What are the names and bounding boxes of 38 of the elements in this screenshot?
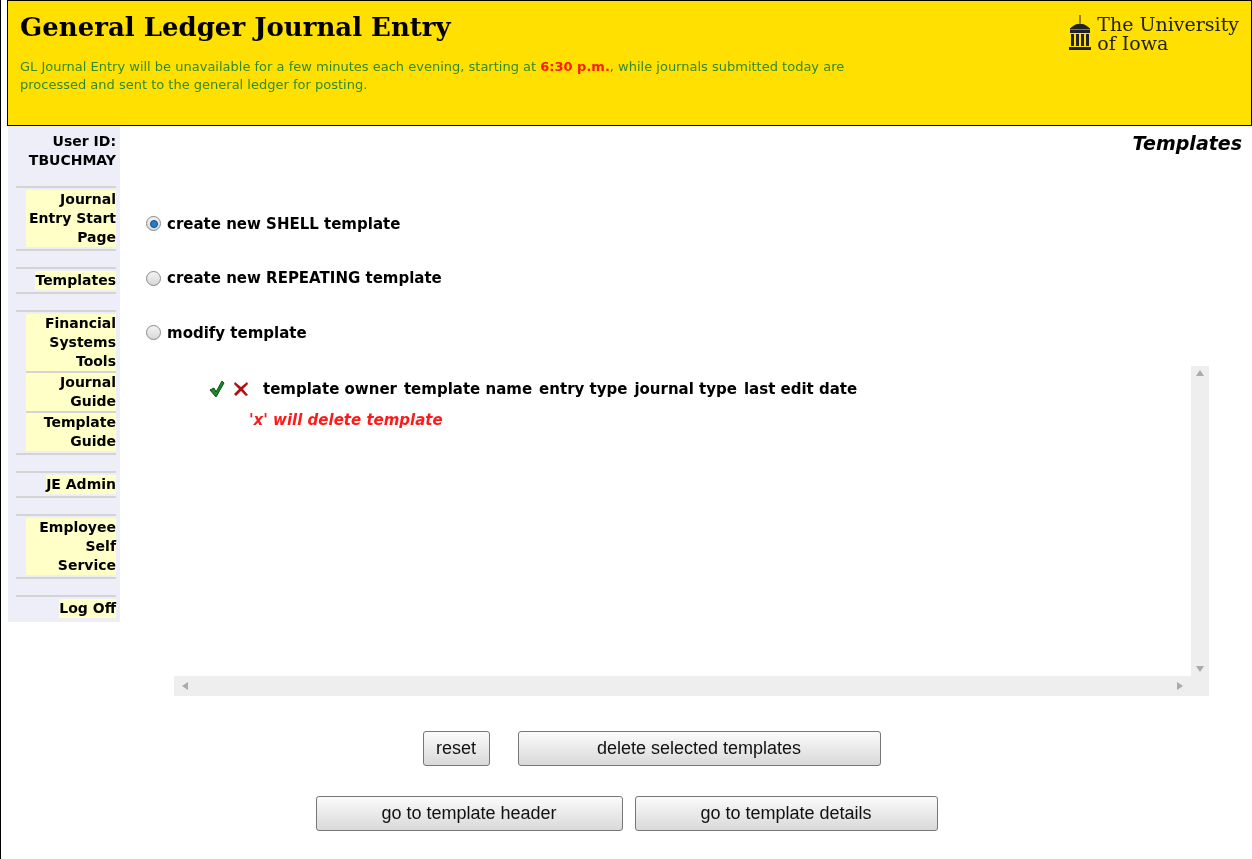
scroll-left-icon[interactable]: [182, 682, 188, 690]
scroll-right-icon[interactable]: [1177, 682, 1183, 690]
radio-button[interactable]: [146, 325, 161, 341]
section-title: Templates: [1132, 131, 1242, 156]
sidebar-link[interactable]: Templates: [35, 271, 116, 290]
page-heading: General Ledger Journal Entry: [20, 11, 453, 44]
user-id: TBUCHMAY: [28, 151, 116, 170]
column-header: journal type: [634, 379, 737, 400]
sidebar-link[interactable]: Employee Self Service: [26, 518, 116, 575]
delete-icon: [233, 381, 249, 398]
sidebar-link[interactable]: Journal Guide: [26, 371, 116, 411]
radio-button[interactable]: [146, 270, 161, 286]
user-label: User ID:: [52, 132, 116, 151]
sidebar-link[interactable]: Journal Entry Start Page: [26, 190, 116, 247]
column-header: template owner: [263, 379, 397, 400]
delete-hint: 'x' will delete template: [249, 409, 444, 431]
sidebar-link[interactable]: Financial Systems Tools: [26, 314, 116, 371]
action-button[interactable]: go to template header: [315, 796, 623, 831]
radio-button[interactable]: [146, 216, 161, 232]
logo-text: of Iowa: [1097, 34, 1169, 53]
action-button[interactable]: go to template details: [634, 796, 938, 831]
sidebar-link[interactable]: Log Off: [59, 599, 116, 618]
action-button[interactable]: reset: [422, 731, 490, 766]
checkmark-icon: [209, 380, 225, 399]
action-button[interactable]: delete selected templates: [517, 731, 881, 766]
column-header: entry type: [539, 379, 628, 400]
building-icon: [1067, 15, 1094, 51]
scroll-down-icon[interactable]: [1196, 666, 1204, 672]
sidebar-link[interactable]: Template Guide: [26, 411, 116, 451]
sidebar-link[interactable]: JE Admin: [46, 475, 116, 494]
scroll-up-icon[interactable]: [1196, 370, 1204, 376]
option-label: modify template: [167, 322, 307, 344]
column-header: last edit date: [743, 379, 858, 400]
option-label: create new SHELL template: [167, 213, 401, 235]
option-label: create new REPEATING template: [167, 268, 442, 289]
notice-text: GL Journal Entry will be unavailable for a few minutes each evening, starting at 6:30 p.m., while journals submitted today are processed and sent to the general ledger for posting.: [20, 57, 846, 94]
logo-text: The University: [1097, 15, 1239, 34]
column-header: template name: [403, 379, 533, 400]
